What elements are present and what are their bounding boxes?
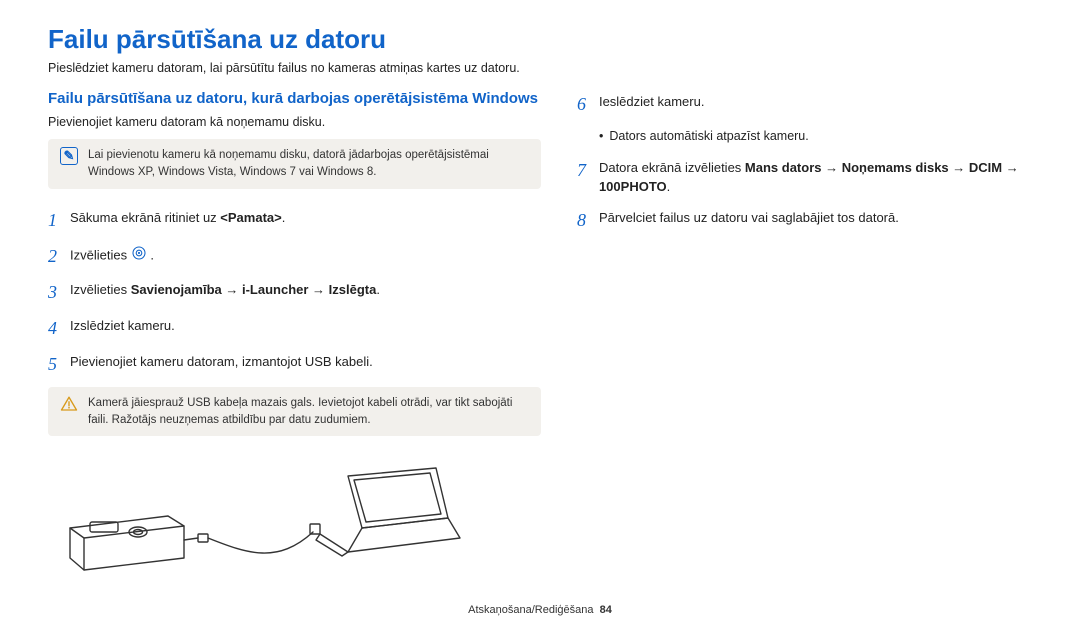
- step-8: 8 Pārvelciet failus uz datoru vai saglab…: [577, 207, 1032, 233]
- step-num: 1: [48, 207, 70, 233]
- step-3: 3 Izvēlieties Savienojamība → i-Launcher…: [48, 279, 541, 305]
- info-note-text: Lai pievienotu kameru kā noņemamu disku,…: [88, 147, 529, 180]
- step-text: Ieslēdziet kameru.: [599, 91, 705, 112]
- step-5: 5 Pievienojiet kameru datoram, izmantojo…: [48, 351, 541, 377]
- step-text: Izvēlieties .: [70, 243, 154, 267]
- target-icon: [131, 245, 147, 267]
- step-2: 2 Izvēlieties .: [48, 243, 541, 269]
- section-title: Failu pārsūtīšana uz datoru, kurā darboj…: [48, 89, 541, 109]
- step-4: 4 Izslēdziet kameru.: [48, 315, 541, 341]
- step-text: Pārvelciet failus uz datoru vai saglabāj…: [599, 207, 899, 228]
- page-title: Failu pārsūtīšana uz datoru: [48, 24, 1032, 55]
- step-num: 6: [577, 91, 599, 117]
- intro-text: Pieslēdziet kameru datoram, lai pārsūtīt…: [48, 61, 1032, 75]
- bullet-item: Dators automātiski atpazīst kameru.: [599, 127, 1032, 145]
- warning-note-text: Kamerā jāiesprauž USB kabeļa mazais gals…: [88, 395, 529, 428]
- step-num: 7: [577, 157, 599, 183]
- step-text: Izvēlieties Savienojamība → i-Launcher →…: [70, 279, 380, 300]
- section-sub: Pievienojiet kameru datoram kā noņemamu …: [48, 115, 541, 129]
- steps-left: 1 Sākuma ekrānā ritiniet uz <Pamata>. 2 …: [48, 207, 541, 377]
- footer-section: Atskaņošana/Rediģēšana: [468, 604, 593, 616]
- step-num: 5: [48, 351, 70, 377]
- step-text: Izslēdziet kameru.: [70, 315, 175, 336]
- page-footer: Atskaņošana/Rediģēšana 84: [0, 604, 1080, 616]
- step-6-bullets: Dators automātiski atpazīst kameru.: [599, 127, 1032, 145]
- warning-note: Kamerā jāiesprauž USB kabeļa mazais gals…: [48, 387, 541, 436]
- step-1: 1 Sākuma ekrānā ritiniet uz <Pamata>.: [48, 207, 541, 233]
- step-6: 6 Ieslēdziet kameru.: [577, 91, 1032, 117]
- step-num: 3: [48, 279, 70, 305]
- camera-laptop-illustration: [48, 454, 541, 579]
- step-num: 8: [577, 207, 599, 233]
- step-text: Datora ekrānā izvēlieties Mans dators → …: [599, 157, 1032, 197]
- step-num: 4: [48, 315, 70, 341]
- step-num: 2: [48, 243, 70, 269]
- steps-right: 6 Ieslēdziet kameru.: [577, 91, 1032, 117]
- step-text: Pievienojiet kameru datoram, izmantojot …: [70, 351, 373, 372]
- info-note: ✎ Lai pievienotu kameru kā noņemamu disk…: [48, 139, 541, 188]
- steps-right-2: 7 Datora ekrānā izvēlieties Mans dators …: [577, 157, 1032, 233]
- footer-page: 84: [600, 604, 612, 616]
- note-icon: ✎: [60, 147, 78, 165]
- warning-icon: [60, 395, 78, 413]
- step-7: 7 Datora ekrānā izvēlieties Mans dators …: [577, 157, 1032, 197]
- step-text: Sākuma ekrānā ritiniet uz <Pamata>.: [70, 207, 285, 228]
